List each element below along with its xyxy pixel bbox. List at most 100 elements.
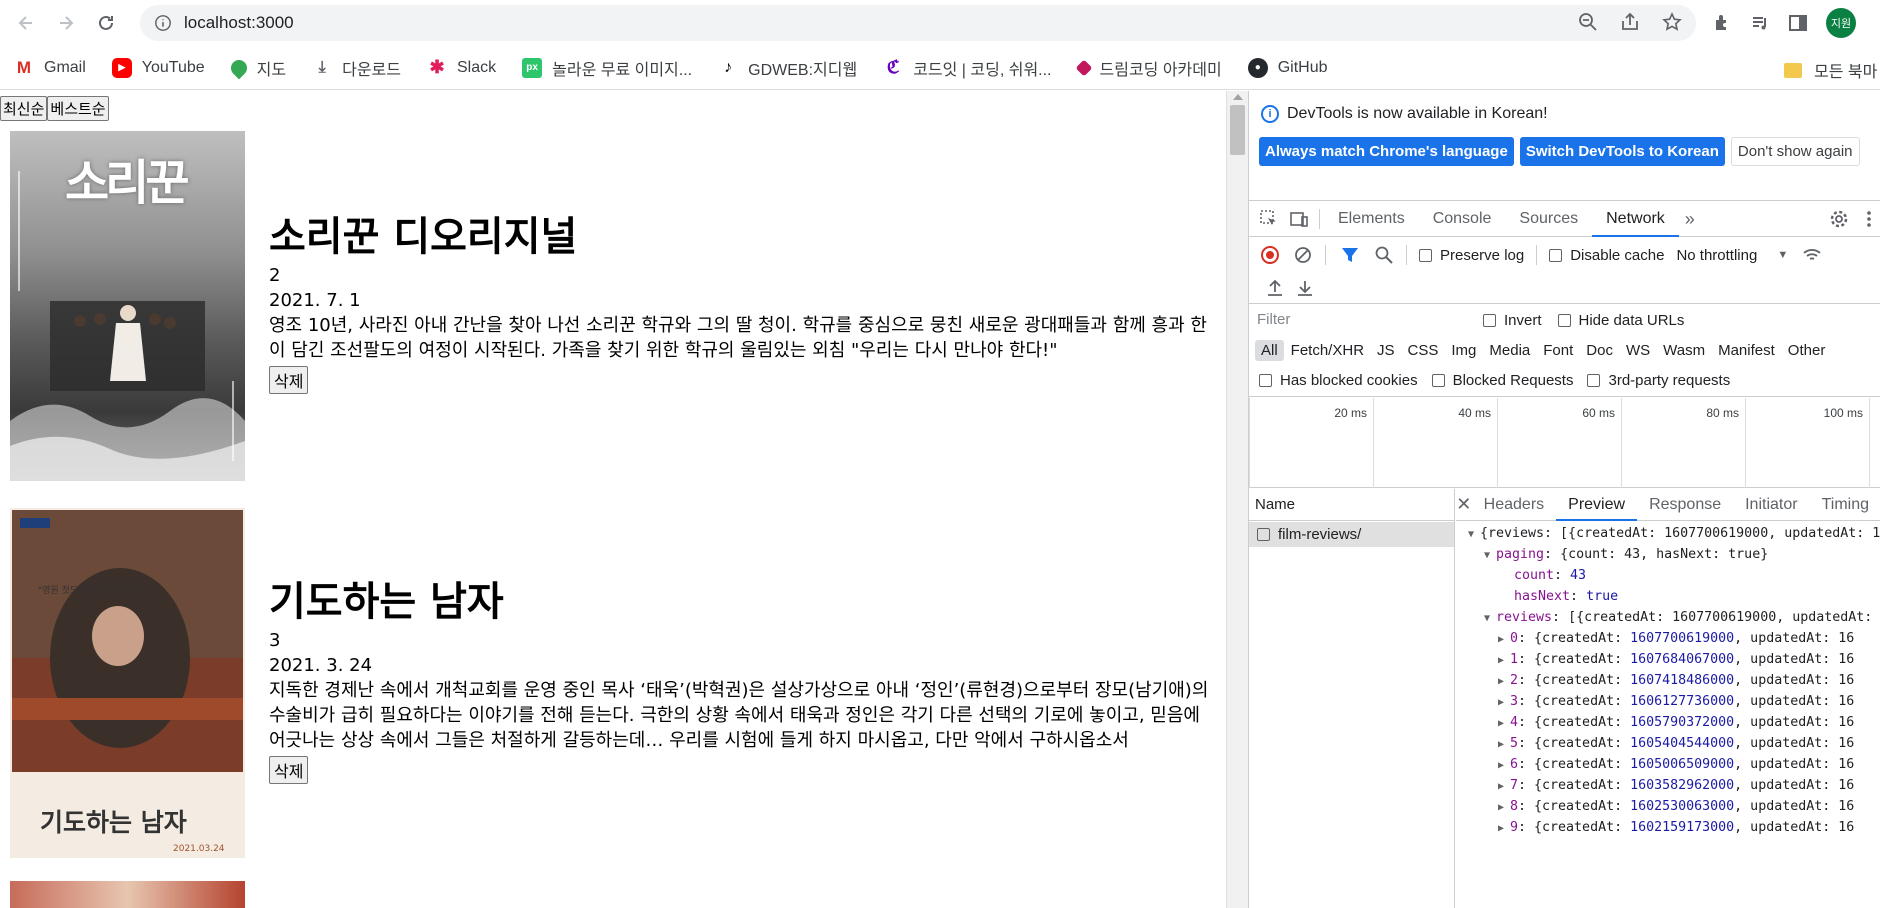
- checkbox-box[interactable]: [1483, 313, 1496, 327]
- type-manifest[interactable]: Manifest: [1712, 340, 1781, 361]
- bookmark-slack[interactable]: ✱ Slack: [427, 57, 496, 78]
- bookmark-youtube[interactable]: ▶ YouTube: [111, 57, 205, 78]
- dont-show-again-button[interactable]: Don't show again: [1730, 137, 1860, 166]
- checkbox-box[interactable]: [1431, 374, 1445, 387]
- clear-icon[interactable]: [1293, 245, 1313, 265]
- expand-triangle-icon[interactable]: ▼: [1484, 608, 1496, 629]
- json-review-item-line[interactable]: ▶ 4: {createdAt: 1605790372000, updatedAt…: [1456, 712, 1880, 733]
- bookmark-dreamcoding[interactable]: 드림코딩 아카데미: [1075, 56, 1222, 80]
- type-font[interactable]: Font: [1537, 340, 1579, 361]
- type-fetch-xhr[interactable]: Fetch/XHR: [1285, 340, 1370, 361]
- expand-triangle-icon[interactable]: ▼: [1484, 545, 1496, 566]
- tab-initiator[interactable]: Initiator: [1733, 489, 1809, 521]
- checkbox-box[interactable]: [1557, 313, 1571, 327]
- bookmark-maps[interactable]: 지도: [227, 56, 286, 80]
- export-har-icon[interactable]: [1295, 278, 1315, 298]
- url-text[interactable]: localhost:3000: [184, 13, 294, 33]
- type-other[interactable]: Other: [1782, 340, 1832, 361]
- collapsed-triangle-icon[interactable]: ▶: [1498, 671, 1510, 692]
- third-party-checkbox[interactable]: 3rd-party requests: [1587, 372, 1730, 389]
- network-conditions-icon[interactable]: [1802, 245, 1822, 265]
- bookmark-github[interactable]: ● GitHub: [1247, 57, 1328, 78]
- collapsed-triangle-icon[interactable]: ▶: [1498, 650, 1510, 671]
- share-icon[interactable]: [1620, 12, 1640, 32]
- type-css[interactable]: CSS: [1402, 340, 1445, 361]
- profile-avatar[interactable]: 지원: [1826, 8, 1856, 38]
- tab-timing[interactable]: Timing: [1810, 489, 1880, 521]
- json-review-item-line[interactable]: ▶ 6: {createdAt: 1605006509000, updatedAt…: [1456, 754, 1880, 775]
- checkbox-box[interactable]: [1549, 248, 1563, 262]
- side-panel-icon[interactable]: [1788, 13, 1808, 33]
- back-button[interactable]: [6, 3, 46, 43]
- devtools-menu-icon[interactable]: [1859, 209, 1879, 229]
- chevron-down-icon[interactable]: ▼: [1777, 249, 1788, 261]
- expand-triangle-icon[interactable]: ▼: [1468, 524, 1480, 545]
- collapsed-triangle-icon[interactable]: ▶: [1498, 629, 1510, 650]
- collapsed-triangle-icon[interactable]: ▶: [1498, 818, 1510, 839]
- import-har-icon[interactable]: [1265, 278, 1285, 298]
- json-review-item-line[interactable]: ▶ 8: {createdAt: 1602530063000, updatedAt…: [1456, 796, 1880, 817]
- reload-button[interactable]: [86, 3, 126, 43]
- type-ws[interactable]: WS: [1620, 340, 1656, 361]
- zoom-out-icon[interactable]: [1578, 12, 1598, 32]
- delete-button[interactable]: 삭제: [269, 756, 309, 784]
- record-icon[interactable]: [1261, 246, 1279, 264]
- collapsed-triangle-icon[interactable]: ▶: [1498, 755, 1510, 776]
- bookmark-pixabay[interactable]: px 놀라운 무료 이미지...: [522, 56, 692, 80]
- settings-gear-icon[interactable]: [1829, 209, 1849, 229]
- preserve-log-checkbox[interactable]: Preserve log: [1419, 247, 1524, 264]
- page-scrollbar[interactable]: [1226, 91, 1248, 908]
- json-review-item-line[interactable]: ▶ 5: {createdAt: 1605404544000, updatedAt…: [1456, 733, 1880, 754]
- disable-cache-checkbox[interactable]: Disable cache: [1549, 247, 1664, 264]
- blocked-requests-checkbox[interactable]: Blocked Requests: [1431, 372, 1573, 389]
- type-all[interactable]: All: [1255, 339, 1284, 361]
- checkbox-box[interactable]: [1587, 374, 1601, 387]
- has-blocked-cookies-checkbox[interactable]: Has blocked cookies: [1259, 372, 1418, 389]
- bookmark-codeit[interactable]: ℭ 코드잇 | 코딩, 쉬워...: [883, 56, 1052, 80]
- type-doc[interactable]: Doc: [1580, 340, 1619, 361]
- throttling-select[interactable]: No throttling: [1676, 247, 1757, 264]
- network-timeline[interactable]: 20 ms 40 ms 60 ms 80 ms 100 ms: [1249, 398, 1880, 488]
- site-info-icon[interactable]: [154, 14, 172, 32]
- tab-console[interactable]: Console: [1419, 201, 1506, 237]
- always-match-language-button[interactable]: Always match Chrome's language: [1259, 137, 1514, 166]
- forward-button[interactable]: [46, 3, 86, 43]
- json-review-item-line[interactable]: ▶ 9: {createdAt: 1602159173000, updatedAt…: [1456, 817, 1880, 838]
- type-js[interactable]: JS: [1371, 340, 1401, 361]
- tab-headers[interactable]: Headers: [1472, 489, 1556, 521]
- request-row[interactable]: film-reviews/: [1249, 522, 1454, 547]
- tab-network[interactable]: Network: [1592, 201, 1679, 237]
- filter-funnel-icon[interactable]: [1340, 245, 1360, 265]
- collapsed-triangle-icon[interactable]: ▶: [1498, 734, 1510, 755]
- media-queue-icon[interactable]: [1750, 13, 1770, 33]
- json-review-item-line[interactable]: ▶ 0: {createdAt: 1607700619000, updatedAt…: [1456, 628, 1880, 649]
- scroll-up-arrow-icon[interactable]: [1233, 94, 1243, 100]
- type-media[interactable]: Media: [1483, 340, 1536, 361]
- collapsed-triangle-icon[interactable]: ▶: [1498, 776, 1510, 797]
- json-reviews-line[interactable]: ▼ reviews: [{createdAt: 1607700619000, up…: [1456, 607, 1880, 628]
- json-paging-line[interactable]: ▼ paging: {count: 43, hasNext: true}: [1456, 544, 1880, 565]
- collapsed-triangle-icon[interactable]: ▶: [1498, 692, 1510, 713]
- more-tabs-icon[interactable]: »: [1679, 201, 1701, 237]
- invert-checkbox[interactable]: Invert: [1483, 312, 1542, 329]
- bookmark-gmail[interactable]: M Gmail: [14, 58, 86, 78]
- scroll-thumb[interactable]: [1230, 105, 1245, 155]
- address-bar[interactable]: localhost:3000: [140, 5, 1696, 41]
- bookmark-star-icon[interactable]: [1662, 12, 1682, 32]
- json-review-item-line[interactable]: ▶ 7: {createdAt: 1603582962000, updatedAt…: [1456, 775, 1880, 796]
- delete-button[interactable]: 삭제: [269, 366, 309, 394]
- bookmark-folder-all[interactable]: 모든 북마: [1784, 58, 1877, 82]
- search-icon[interactable]: [1374, 245, 1394, 265]
- json-review-item-line[interactable]: ▶ 2: {createdAt: 1607418486000, updatedAt…: [1456, 670, 1880, 691]
- name-column-header[interactable]: Name: [1249, 489, 1454, 521]
- inspect-element-icon[interactable]: [1259, 209, 1279, 229]
- collapsed-triangle-icon[interactable]: ▶: [1498, 797, 1510, 818]
- tab-response[interactable]: Response: [1637, 489, 1733, 521]
- bookmark-gdweb[interactable]: ♪ GDWEB:지디웹: [718, 56, 857, 80]
- close-icon[interactable]: ✕: [1456, 494, 1472, 515]
- json-review-item-line[interactable]: ▶ 1: {createdAt: 1607684067000, updatedAt…: [1456, 649, 1880, 670]
- json-root-line[interactable]: ▼ {reviews: [{createdAt: 1607700619000, u…: [1456, 523, 1880, 544]
- filter-input[interactable]: Filter: [1253, 309, 1463, 331]
- switch-to-korean-button[interactable]: Switch DevTools to Korean: [1519, 137, 1725, 166]
- hide-data-urls-checkbox[interactable]: Hide data URLs: [1557, 312, 1684, 329]
